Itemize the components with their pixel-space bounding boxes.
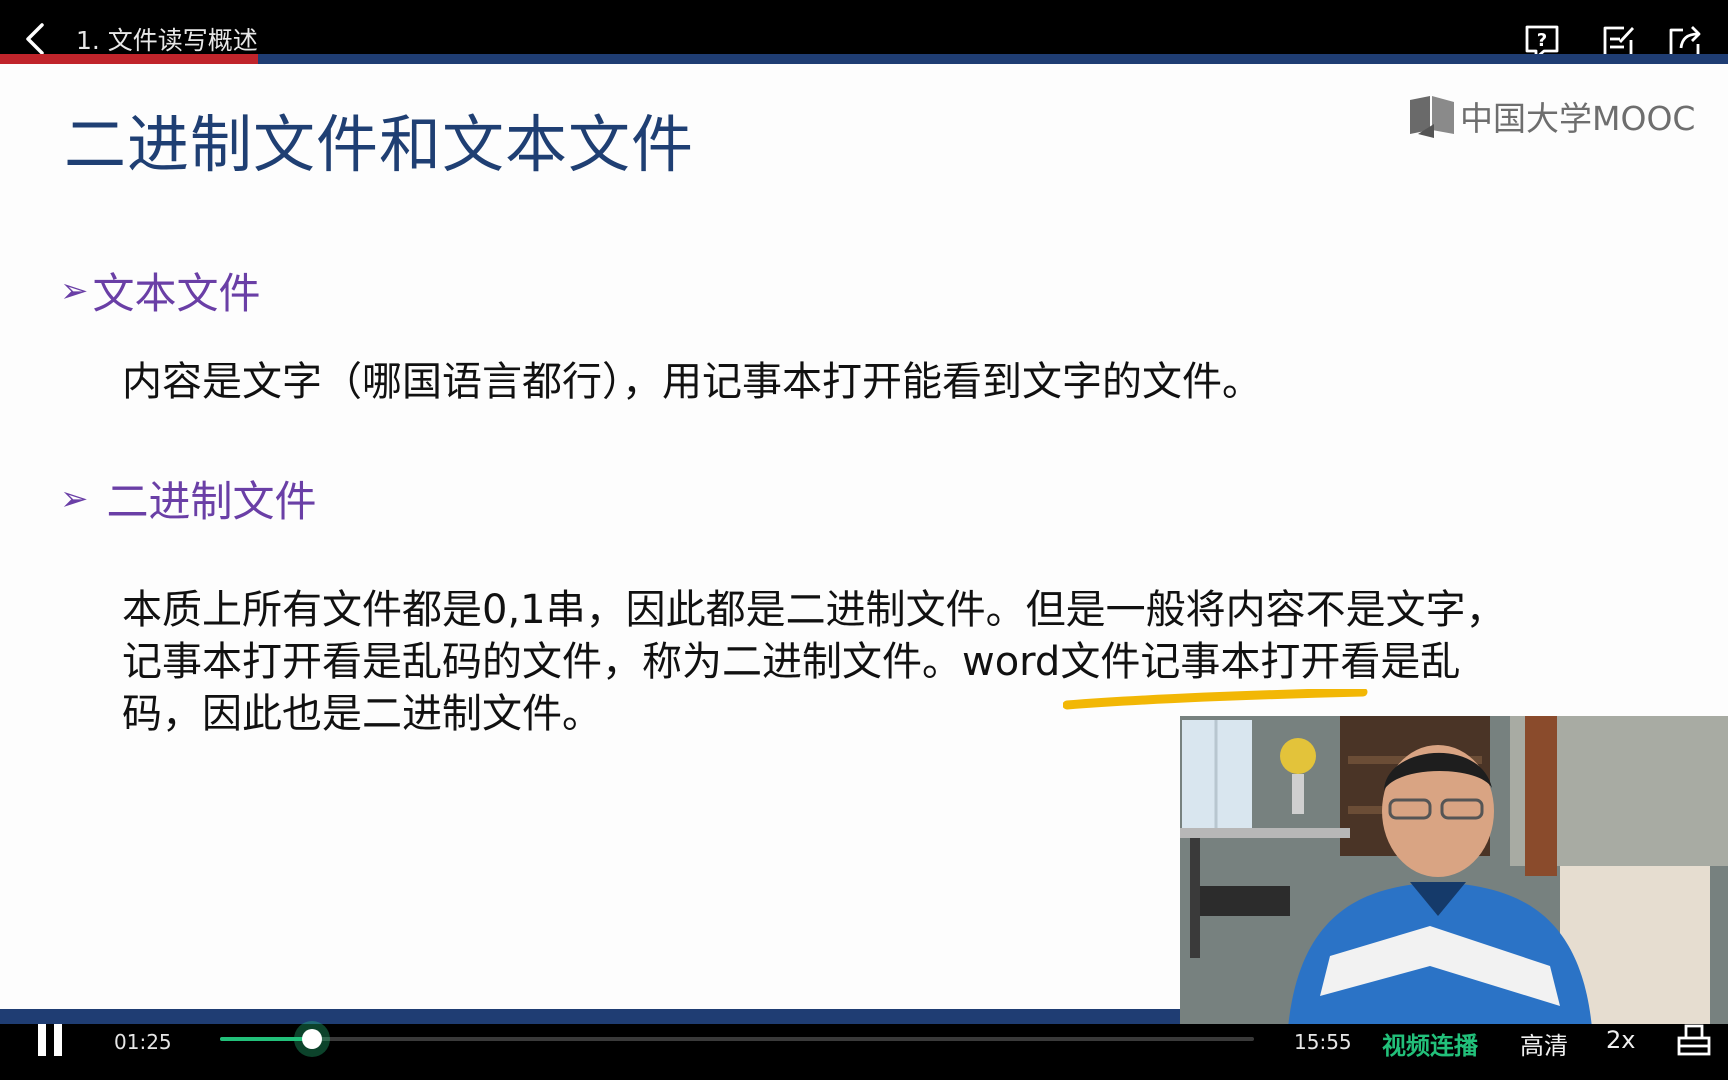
paragraph-line: 本质上所有文件都是0,1串，因此都是二进制文件。但是一般将内容不是文字， <box>122 587 1506 633</box>
highlight-annotation <box>1063 689 1368 710</box>
quality-selector[interactable]: 高清 <box>1520 1026 1568 1061</box>
slide-top-band <box>0 54 1728 64</box>
bullet-arrow-icon: ➢ <box>60 478 89 519</box>
screen-mode-icon[interactable] <box>1676 1022 1712 1056</box>
top-bar: 1. 文件读写概述 ? <box>0 0 1728 60</box>
bullet-label: 文本文件 <box>92 269 261 318</box>
book-logo-icon <box>1410 96 1454 138</box>
mooc-logo: 中国大学MOOC <box>1408 92 1695 140</box>
bullet-text-file: ➢ 文本文件 <box>60 260 261 321</box>
back-icon[interactable] <box>22 22 48 56</box>
svg-text:?: ? <box>1537 30 1547 51</box>
seek-progress <box>220 1037 313 1041</box>
slide-progress-band <box>0 54 258 64</box>
autoplay-toggle[interactable]: 视频连播 <box>1382 1026 1478 1061</box>
speed-selector[interactable]: 2x <box>1606 1026 1635 1054</box>
seek-bar[interactable] <box>220 1029 1254 1049</box>
total-time: 15:55 <box>1294 1030 1352 1054</box>
slide-title: 二进制文件和文本文件 <box>64 108 695 181</box>
bullet-arrow-icon: ➢ <box>60 270 89 311</box>
seek-handle[interactable] <box>302 1029 323 1049</box>
video-title: 1. 文件读写概述 <box>76 26 258 55</box>
current-time: 01:25 <box>114 1030 172 1054</box>
instructor-video-frame <box>1180 716 1728 1028</box>
text-file-description: 内容是文字（哪国语言都行），用记事本打开能看到文字的文件。 <box>122 359 1262 405</box>
pause-icon[interactable] <box>34 1022 66 1058</box>
instructor-webcam <box>1180 716 1728 1028</box>
paragraph-line: 记事本打开看是乱码的文件，称为二进制文件。word文件记事本打开看是乱 <box>122 639 1461 685</box>
bullet-binary-file: ➢ 二进制文件 <box>60 468 317 529</box>
mooc-logo-text: 中国大学MOOC <box>1460 99 1696 138</box>
bullet-label: 二进制文件 <box>106 477 317 526</box>
